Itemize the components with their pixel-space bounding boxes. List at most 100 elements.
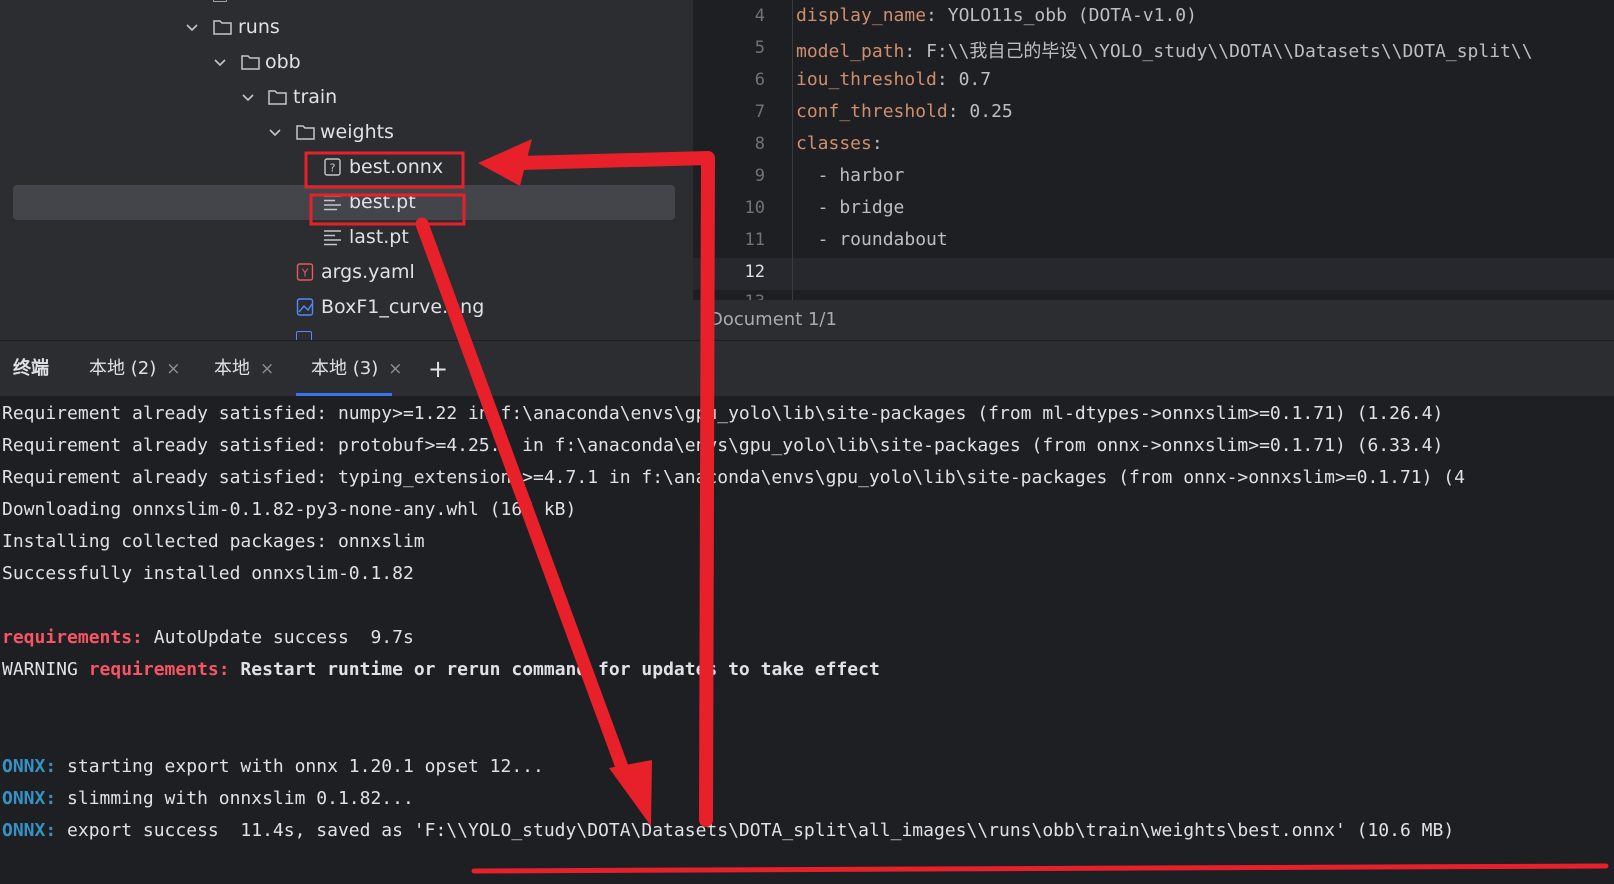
line-number: 9 (754, 166, 765, 186)
terminal-line: Downloading onnxslim-0.1.82-py3-none-any… (2, 499, 577, 520)
code-line: - roundabout (796, 229, 948, 250)
folder-icon (295, 115, 317, 150)
code-line: model_path: F:\\我自己的毕设\\YOLO_study\\DOTA… (796, 37, 1533, 63)
yaml-key: iou_threshold (796, 69, 937, 90)
folder-icon (240, 45, 262, 80)
line-number-partial: 13 (693, 292, 765, 300)
tab-label: 本地 (3) (311, 358, 379, 379)
tree-item-label: best.onnx (349, 156, 444, 178)
tab-local-3[interactable]: 本地 (3) × (311, 341, 402, 397)
project-tree: runs obb train weights ? best.onnx best.… (0, 0, 693, 340)
code-line: classes: (796, 133, 883, 154)
yaml-list-item: - harbor (796, 165, 905, 186)
chevron-down-icon[interactable] (185, 10, 199, 45)
editor[interactable]: 4 5 6 7 8 9 10 11 12 display_name: YOLO1… (693, 0, 1614, 300)
terminal-text: export success 11.4s, saved as 'F:\\YOLO… (56, 820, 1455, 841)
tree-item-label: BoxF1_curve.png (321, 296, 485, 318)
terminal-output[interactable]: Requirement already satisfied: numpy>=1.… (0, 396, 1614, 884)
tree-item-boxf1-curve[interactable]: BoxF1_curve.png (0, 290, 693, 325)
tree-item-label: weights (320, 121, 394, 143)
tab-local-2[interactable]: 本地 (2) × (89, 341, 180, 397)
terminal-tool-title[interactable]: 终端 (13, 341, 49, 397)
terminal-line: ONNX: slimming with onnxslim 0.1.82... (2, 788, 414, 809)
tree-item-runs[interactable]: runs (0, 10, 693, 45)
chevron-down-icon[interactable] (468, 341, 484, 397)
image-file-icon (296, 331, 312, 340)
terminal-line: WARNING requirements: Restart runtime or… (2, 659, 880, 680)
tab-label: 本地 (214, 358, 250, 379)
svg-text:Y: Y (301, 267, 309, 280)
yaml-sep: : (936, 69, 959, 90)
gutter-divider (792, 0, 793, 300)
svg-text:?: ? (330, 162, 336, 175)
tree-item-train[interactable]: train (0, 80, 693, 115)
folder-icon (212, 10, 234, 45)
line-number: 7 (754, 102, 765, 122)
yaml-value: 0.25 (969, 101, 1013, 122)
document-counter: Document 1/1 (709, 309, 837, 330)
close-icon[interactable]: × (260, 359, 274, 379)
tree-item-args-yaml[interactable]: Y args.yaml (0, 255, 693, 290)
yaml-key: classes (796, 133, 872, 154)
text-file-icon (323, 220, 345, 255)
requirements-prefix: requirements: (2, 627, 143, 648)
terminal-line: Successfully installed onnxslim-0.1.82 (2, 563, 414, 584)
chevron-down-icon[interactable] (213, 45, 227, 80)
tree-item-label: train (293, 86, 338, 108)
tree-item-label: best.pt (349, 191, 416, 213)
warning-prefix: WARNING (2, 659, 89, 680)
yaml-list-item: - bridge (796, 197, 905, 218)
close-icon[interactable]: × (388, 359, 402, 379)
terminal-text: AutoUpdate success 9.7s (142, 627, 414, 648)
chevron-down-icon[interactable] (268, 115, 282, 150)
terminal-line: Installing collected packages: onnxslim (2, 531, 425, 552)
yaml-sep: : (926, 5, 948, 26)
folder-icon (213, 0, 227, 2)
terminal-line: Requirement already satisfied: typing_ex… (2, 467, 1465, 488)
tree-item-last-pt[interactable]: last.pt (0, 220, 693, 255)
yaml-value: YOLO11s_obb (DOTA-v1.0) (947, 5, 1197, 26)
yaml-value: 0.7 (958, 69, 992, 90)
close-icon[interactable]: × (166, 359, 180, 379)
line-number: 6 (754, 70, 765, 90)
code-line: display_name: YOLO11s_obb (DOTA-v1.0) (796, 5, 1197, 26)
tree-item-weights[interactable]: weights (0, 115, 693, 150)
onnx-prefix: ONNX: (2, 756, 57, 777)
line-number: 10 (744, 198, 765, 218)
unknown-file-icon: ? (323, 150, 345, 185)
folder-icon (267, 80, 289, 115)
terminal-line: Requirement already satisfied: protobuf>… (2, 435, 1444, 456)
line-number-current: 12 (744, 262, 765, 282)
yaml-sep: : (947, 101, 970, 122)
tree-item-label: obb (265, 51, 301, 73)
terminal-line: ONNX: starting export with onnx 1.20.1 o… (2, 756, 544, 777)
yaml-key: display_name (796, 5, 927, 26)
yaml-file-icon: Y (296, 255, 318, 290)
requirements-prefix: requirements: (88, 659, 230, 680)
code-line: conf_threshold: 0.25 (796, 101, 1013, 122)
tree-item-best-onnx[interactable]: ? best.onnx (0, 150, 693, 185)
code-line: - bridge (796, 197, 905, 218)
terminal-line: ONNX: export success 11.4s, saved as 'F:… (2, 820, 1454, 841)
tree-item-label: runs (238, 16, 280, 38)
tree-item-obb[interactable]: obb (0, 45, 693, 80)
terminal-line: Requirement already satisfied: numpy>=1.… (2, 403, 1444, 424)
yaml-sep: : (871, 133, 883, 154)
chevron-down-icon[interactable] (241, 80, 255, 115)
line-number: 5 (754, 38, 765, 58)
line-number: 8 (754, 134, 765, 154)
terminal-tabbar: 终端 本地 (2) × 本地 × 本地 (3) × + (0, 340, 1614, 396)
tab-local[interactable]: 本地 × (214, 341, 274, 397)
editor-statusbar: Document 1/1 (693, 300, 1614, 340)
line-number: 11 (744, 230, 765, 250)
yaml-key: conf_threshold (796, 101, 948, 122)
add-tab-icon[interactable]: + (428, 341, 448, 397)
onnx-prefix: ONNX: (2, 820, 57, 841)
terminal-text: Restart runtime or rerun command for upd… (229, 659, 880, 680)
tab-label: 本地 (2) (89, 358, 157, 379)
image-file-icon (296, 290, 318, 325)
onnx-prefix: ONNX: (2, 788, 57, 809)
terminal-line: requirements: AutoUpdate success 9.7s (2, 627, 414, 648)
code-line: - harbor (796, 165, 905, 186)
tree-item-best-pt[interactable]: best.pt (0, 185, 693, 220)
